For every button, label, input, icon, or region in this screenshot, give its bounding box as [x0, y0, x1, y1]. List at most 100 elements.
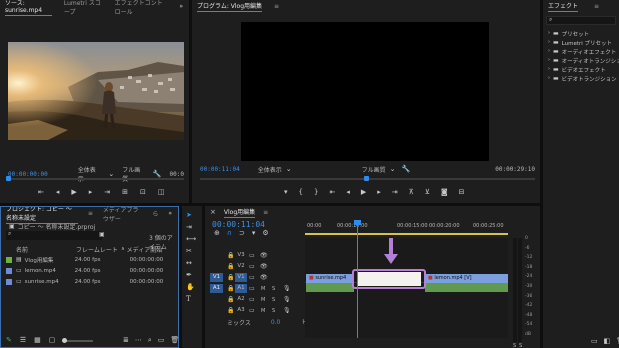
effects-search-field[interactable]: ⌕: [546, 16, 616, 25]
sync-lock-icon[interactable]: ▭: [249, 274, 255, 281]
play-icon[interactable]: ▶: [361, 189, 366, 196]
find-icon[interactable]: ⌕: [148, 337, 152, 344]
pencil-icon[interactable]: ✎: [6, 337, 12, 344]
linked-selection-icon[interactable]: ⊃: [239, 230, 245, 237]
overwrite-icon[interactable]: ⊡: [140, 189, 146, 196]
timeline-playhead-handle[interactable]: [354, 220, 361, 225]
sort-icon[interactable]: ≣: [123, 337, 129, 344]
sync-lock-icon[interactable]: ▭: [249, 296, 255, 303]
selection-tool-icon[interactable]: ➤: [186, 212, 196, 219]
program-quality-select[interactable]: フル画質: [362, 165, 386, 174]
timeline-menu-icon[interactable]: ≡: [263, 209, 268, 216]
chevron-right-icon[interactable]: ›: [548, 49, 550, 54]
track-label[interactable]: V3: [235, 251, 247, 260]
track-select-tool-icon[interactable]: ⇥: [186, 224, 196, 231]
source-timecode[interactable]: 00:00:00:00: [8, 171, 48, 178]
hand-tool-icon[interactable]: ✋: [186, 284, 196, 291]
razor-tool-icon[interactable]: ✂: [186, 248, 196, 255]
extract-icon[interactable]: ⊻: [425, 189, 430, 196]
audio-clip-lemon[interactable]: [425, 283, 508, 292]
wrench-icon[interactable]: 🔧: [153, 170, 162, 178]
clip-sunrise[interactable]: ■ sunrise.mp4: [306, 274, 354, 283]
solo-button[interactable]: S: [272, 308, 275, 314]
program-menu-icon[interactable]: ≡: [274, 3, 279, 10]
chevron-right-icon[interactable]: ›: [548, 76, 550, 81]
mark-out-icon[interactable]: }: [314, 189, 318, 196]
compare-icon[interactable]: ⊟: [459, 189, 465, 196]
track-label[interactable]: A1: [235, 284, 247, 293]
lock-icon[interactable]: 🔒: [227, 285, 234, 292]
add-marker-icon[interactable]: ▾: [284, 189, 288, 196]
mix-value[interactable]: 0.0: [271, 319, 281, 326]
timeline-ruler[interactable]: 00:00 00:00:10:00 00:00:15:00 00:00:20:0…: [305, 220, 508, 238]
track-label[interactable]: V2: [235, 262, 247, 271]
more-tabs-icon[interactable]: »: [168, 210, 172, 217]
tab-effect-controls[interactable]: エフェクトコントロール: [115, 0, 168, 16]
track-area[interactable]: ■ sunrise.mp4 ■ lemon.mp4 [V]: [305, 220, 508, 338]
clip-lemon[interactable]: ■ lemon.mp4 [V]: [425, 274, 508, 283]
timeline-playhead[interactable]: [357, 221, 358, 338]
track-label[interactable]: A3: [235, 306, 247, 315]
column-header-name[interactable]: 名前: [6, 245, 76, 254]
source-patch[interactable]: V1: [210, 273, 223, 282]
project-item-row[interactable]: ▤ Vlog用編集 24.00 fps 00:00:00:00: [6, 254, 176, 265]
go-to-in-icon[interactable]: ⇤: [329, 189, 335, 196]
solo-right[interactable]: S: [519, 343, 522, 348]
chevron-right-icon[interactable]: ›: [548, 67, 550, 72]
sync-lock-icon[interactable]: ▭: [249, 252, 255, 259]
tab-source[interactable]: ソース: sunrise.mp4: [5, 0, 52, 16]
track-header-v1[interactable]: V1 🔒 V1 ▭ 👁: [205, 272, 305, 283]
tab-effects[interactable]: エフェクト: [548, 1, 579, 12]
audio-clip-sunrise[interactable]: [306, 283, 354, 292]
add-marker-icon[interactable]: ▾: [252, 230, 256, 237]
source-playhead[interactable]: [6, 176, 11, 181]
ripple-edit-tool-icon[interactable]: ⟷: [186, 236, 196, 243]
go-to-in-icon[interactable]: ⇤: [38, 189, 44, 196]
project-search-field[interactable]: ⌕: [6, 231, 102, 240]
play-icon[interactable]: ▶: [71, 189, 76, 196]
wrench-icon[interactable]: 🔧: [402, 166, 411, 173]
effects-tree-item[interactable]: › ▬ Lumetri プリセット: [548, 38, 618, 47]
microphone-icon[interactable]: 🎙: [283, 285, 291, 292]
zoom-slider[interactable]: [62, 337, 94, 343]
tab-libraries[interactable]: ら: [152, 209, 158, 218]
more-tabs-icon[interactable]: »: [179, 3, 183, 10]
insert-icon[interactable]: ⊞: [122, 189, 128, 196]
program-timecode[interactable]: 00:00:11:04: [200, 166, 240, 173]
trash-icon[interactable]: 🗑: [170, 337, 178, 344]
microphone-icon[interactable]: 🎙: [283, 307, 291, 314]
track-header-v2[interactable]: 🔒 V2 ▭ 👁: [205, 261, 305, 272]
effects-tree-item[interactable]: › ▬ ビデオトランジション: [548, 74, 618, 83]
eye-icon[interactable]: 👁: [260, 274, 268, 281]
eye-icon[interactable]: 👁: [260, 263, 268, 270]
project-item-row[interactable]: ▭ sunrise.mp4 24.00 fps 00:00:00:00: [6, 276, 176, 287]
new-item-icon[interactable]: ◧: [604, 338, 611, 345]
sync-lock-icon[interactable]: ▭: [249, 307, 255, 314]
sync-lock-icon[interactable]: ▭: [249, 263, 255, 270]
step-back-icon[interactable]: ◂: [56, 189, 60, 196]
tab-lumetri-scopes[interactable]: Lumetri スコープ: [64, 0, 103, 16]
column-header-framerate[interactable]: フレームレート: [76, 245, 121, 254]
chevron-down-icon[interactable]: ⌄: [390, 166, 396, 173]
track-header-a3[interactable]: 🔒 A3 ▭ M S 🎙: [205, 305, 305, 316]
step-forward-icon[interactable]: ▸: [377, 189, 381, 196]
pen-tool-icon[interactable]: ✒: [186, 272, 196, 279]
lock-icon[interactable]: 🔒: [227, 263, 234, 270]
automate-icon[interactable]: ⋯: [135, 337, 142, 344]
lock-icon[interactable]: 🔒: [227, 296, 234, 303]
eye-icon[interactable]: 👁: [260, 252, 268, 259]
mute-button[interactable]: M: [261, 308, 265, 314]
effects-tree-item[interactable]: › ▬ プリセット: [548, 29, 618, 38]
lift-icon[interactable]: ⊼: [409, 189, 414, 196]
icon-view-icon[interactable]: ▦: [34, 337, 41, 344]
type-tool-icon[interactable]: T: [186, 296, 196, 303]
mark-in-icon[interactable]: {: [299, 189, 303, 196]
solo-button[interactable]: S: [272, 286, 275, 292]
effects-tree-item[interactable]: ›▬オーディオトランジション: [548, 56, 619, 65]
project-menu-icon[interactable]: ≡: [88, 210, 93, 217]
camera-icon[interactable]: ◙: [441, 189, 448, 196]
export-frame-icon[interactable]: ◫: [158, 189, 165, 196]
program-scrubber[interactable]: [200, 176, 535, 181]
track-header-v3[interactable]: 🔒 V3 ▭ 👁: [205, 250, 305, 261]
track-header-a1[interactable]: A1 🔒 A1 ▭ M S 🎙: [205, 283, 305, 294]
